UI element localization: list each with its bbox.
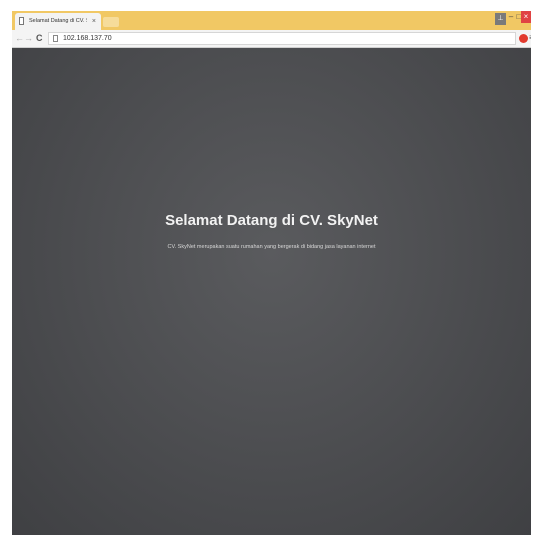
- tab-close-icon[interactable]: ×: [92, 13, 96, 30]
- reload-icon[interactable]: C: [36, 30, 43, 47]
- page-icon: [19, 17, 24, 25]
- page-title: Selamat Datang di CV. SkyNet: [165, 212, 378, 229]
- extension-icon[interactable]: [519, 34, 528, 43]
- back-arrow-icon[interactable]: ←: [15, 30, 24, 47]
- browser-tab[interactable]: Selamat Datang di CV. Sk ×: [15, 13, 101, 30]
- minimize-button[interactable]: –: [507, 11, 515, 23]
- title-bar: Selamat Datang di CV. Sk × ⊥ – □ ×: [12, 11, 531, 30]
- browser-window: Selamat Datang di CV. Sk × ⊥ – □ × ← → C…: [12, 11, 531, 535]
- menu-icon[interactable]: ≡: [529, 33, 531, 43]
- url-text[interactable]: 102.168.137.70: [63, 33, 112, 44]
- browser-toolbar: ← → C 102.168.137.70 ≡: [12, 30, 531, 48]
- tab-title: Selamat Datang di CV. Sk: [29, 18, 87, 24]
- close-window-button[interactable]: ×: [521, 11, 531, 23]
- address-bar[interactable]: 102.168.137.70: [48, 32, 516, 45]
- page-subtitle: CV. SkyNet merupakan suatu rumahan yang …: [167, 244, 376, 250]
- page-info-icon[interactable]: [53, 35, 58, 42]
- new-tab-button[interactable]: [103, 17, 119, 27]
- forward-arrow-icon[interactable]: →: [24, 30, 33, 47]
- page-content: Selamat Datang di CV. SkyNet CV. SkyNet …: [12, 48, 531, 535]
- user-profile-icon[interactable]: ⊥: [495, 13, 506, 25]
